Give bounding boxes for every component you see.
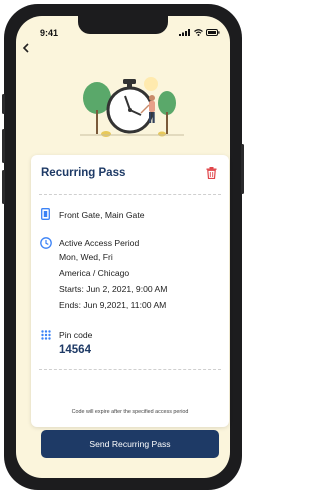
end-time: Ends: Jun 9,2021, 11:00 AM <box>59 300 167 310</box>
pin-code-label: Pin code <box>59 330 93 340</box>
access-days: Mon, Wed, Fri <box>59 252 113 262</box>
send-recurring-pass-button[interactable]: Send Recurring Pass <box>41 430 219 458</box>
divider <box>39 369 221 370</box>
volume-down-button <box>2 170 5 204</box>
access-period-label: Active Access Period <box>59 238 140 248</box>
gate-names: Front Gate, Main Gate <box>59 210 145 220</box>
gate-icon <box>41 208 50 220</box>
keypad-icon <box>41 330 51 340</box>
clock-illustration <box>80 77 184 137</box>
pin-code-value: 14564 <box>59 344 91 356</box>
pass-card: Recurring Pass Front Gate, Main Gate Act… <box>31 155 229 427</box>
clock-icon <box>40 237 52 249</box>
trash-icon[interactable] <box>206 167 217 179</box>
timezone: America / Chicago <box>59 268 130 278</box>
expire-note: Code will expire after the specified acc… <box>71 409 189 415</box>
divider <box>39 194 221 195</box>
card-title: Recurring Pass <box>41 167 126 179</box>
start-time: Starts: Jun 2, 2021, 9:00 AM <box>59 284 168 294</box>
